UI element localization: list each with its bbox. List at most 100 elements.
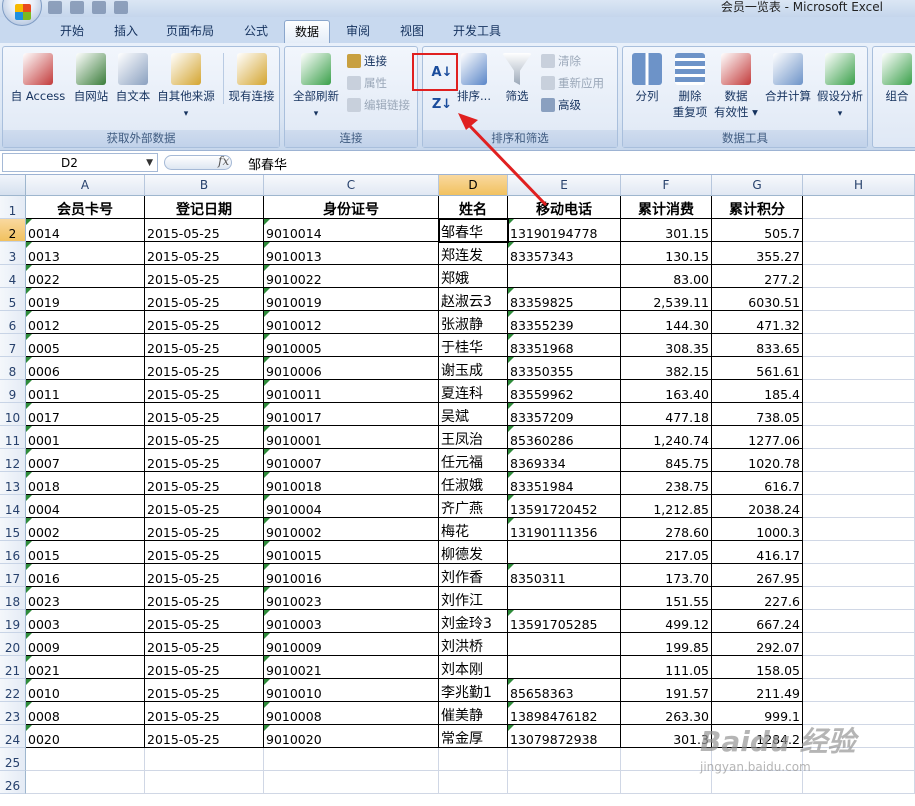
cell-F1[interactable]: 累计消费 [621,196,712,219]
cell-D11[interactable]: 王凤治 [439,426,508,449]
cell-H14[interactable] [803,495,915,518]
tab-7[interactable]: 开发工具 [444,20,510,43]
cell-E21[interactable] [508,656,621,679]
cell-D23[interactable]: 催美静 [439,702,508,725]
cell-H8[interactable] [803,357,915,380]
cell-F6[interactable]: 144.30 [621,311,712,334]
cell-H2[interactable] [803,219,915,242]
cell-E4[interactable] [508,265,621,288]
insert-function-button[interactable]: fx [218,154,229,168]
cell-E22[interactable]: 85658363 [508,679,621,702]
advanced-filter-button[interactable]: 高级 [541,95,581,115]
consolidate-button[interactable]: 合并计算 [761,53,815,104]
cell-H15[interactable] [803,518,915,541]
cell-D8[interactable]: 谢玉成 [439,357,508,380]
row-header-5[interactable]: 5 [0,288,26,311]
cell-E19[interactable]: 13591705285 [508,610,621,633]
cell-D9[interactable]: 夏连科 [439,380,508,403]
cell-H6[interactable] [803,311,915,334]
cell-F14[interactable]: 1,212.85 [621,495,712,518]
cell-H19[interactable] [803,610,915,633]
connections-button[interactable]: 连接 [347,51,387,71]
cell-C11[interactable]: 9010001 [264,426,439,449]
row-header-12[interactable]: 12 [0,449,26,472]
column-header-C[interactable]: C [264,175,439,196]
cell-D5[interactable]: 赵淑云3 [439,288,508,311]
cell-D22[interactable]: 李兆勤1 [439,679,508,702]
save-icon[interactable] [48,1,62,14]
cell-C20[interactable]: 9010009 [264,633,439,656]
cell-A25[interactable] [26,748,145,771]
cell-C10[interactable]: 9010017 [264,403,439,426]
cell-B3[interactable]: 2015-05-25 [145,242,264,265]
cell-C9[interactable]: 9010011 [264,380,439,403]
cell-G14[interactable]: 2038.24 [712,495,803,518]
cell-B5[interactable]: 2015-05-25 [145,288,264,311]
cell-G18[interactable]: 227.6 [712,587,803,610]
cell-B1[interactable]: 登记日期 [145,196,264,219]
cell-A24[interactable]: 0020 [26,725,145,748]
cell-D3[interactable]: 郑连发 [439,242,508,265]
cell-A13[interactable]: 0018 [26,472,145,495]
column-header-D[interactable]: D [439,175,508,196]
cell-E25[interactable] [508,748,621,771]
redo-icon[interactable] [92,1,106,14]
cell-H20[interactable] [803,633,915,656]
cell-H12[interactable] [803,449,915,472]
cell-A3[interactable]: 0013 [26,242,145,265]
undo-icon[interactable] [70,1,84,14]
cell-D25[interactable] [439,748,508,771]
cell-B20[interactable]: 2015-05-25 [145,633,264,656]
cell-E7[interactable]: 83351968 [508,334,621,357]
cell-F23[interactable]: 263.30 [621,702,712,725]
cell-G11[interactable]: 1277.06 [712,426,803,449]
cell-H11[interactable] [803,426,915,449]
cell-G20[interactable]: 292.07 [712,633,803,656]
row-header-23[interactable]: 23 [0,702,26,725]
cell-B21[interactable]: 2015-05-25 [145,656,264,679]
cell-D15[interactable]: 梅花 [439,518,508,541]
formula-input[interactable]: 邹春华 [248,154,287,173]
cell-G19[interactable]: 667.24 [712,610,803,633]
cell-B6[interactable]: 2015-05-25 [145,311,264,334]
row-header-18[interactable]: 18 [0,587,26,610]
cell-D16[interactable]: 柳德发 [439,541,508,564]
cell-C25[interactable] [264,748,439,771]
cell-F22[interactable]: 191.57 [621,679,712,702]
cell-H10[interactable] [803,403,915,426]
cell-D2[interactable]: 邹春华 [439,219,508,242]
row-header-8[interactable]: 8 [0,357,26,380]
cell-G1[interactable]: 累计积分 [712,196,803,219]
tab-5[interactable]: 审阅 [338,20,378,43]
cell-F25[interactable] [621,748,712,771]
cell-F18[interactable]: 151.55 [621,587,712,610]
row-header-7[interactable]: 7 [0,334,26,357]
cell-C12[interactable]: 9010007 [264,449,439,472]
cell-C17[interactable]: 9010016 [264,564,439,587]
cell-C5[interactable]: 9010019 [264,288,439,311]
cell-A7[interactable]: 0005 [26,334,145,357]
cell-C13[interactable]: 9010018 [264,472,439,495]
cell-E15[interactable]: 13190111356 [508,518,621,541]
cell-A19[interactable]: 0003 [26,610,145,633]
cell-F9[interactable]: 163.40 [621,380,712,403]
data-validation-button[interactable]: 数据 有效性 ▾ [711,53,761,120]
tab-1[interactable]: 插入 [106,20,146,43]
existing-connections-button[interactable]: 现有连接 [223,53,279,104]
cell-G22[interactable]: 211.49 [712,679,803,702]
cell-E6[interactable]: 83355239 [508,311,621,334]
cell-F5[interactable]: 2,539.11 [621,288,712,311]
cell-G12[interactable]: 1020.78 [712,449,803,472]
cell-E1[interactable]: 移动电话 [508,196,621,219]
row-header-4[interactable]: 4 [0,265,26,288]
cell-G10[interactable]: 738.05 [712,403,803,426]
cell-E8[interactable]: 83350355 [508,357,621,380]
cell-H26[interactable] [803,771,915,794]
row-header-20[interactable]: 20 [0,633,26,656]
cell-G16[interactable]: 416.17 [712,541,803,564]
cell-A1[interactable]: 会员卡号 [26,196,145,219]
tab-4[interactable]: 数据 [284,20,330,43]
cell-C16[interactable]: 9010015 [264,541,439,564]
reapply-button[interactable]: 重新应用 [541,73,604,93]
remove-duplicates-button[interactable]: 删除 重复项 [667,53,713,120]
